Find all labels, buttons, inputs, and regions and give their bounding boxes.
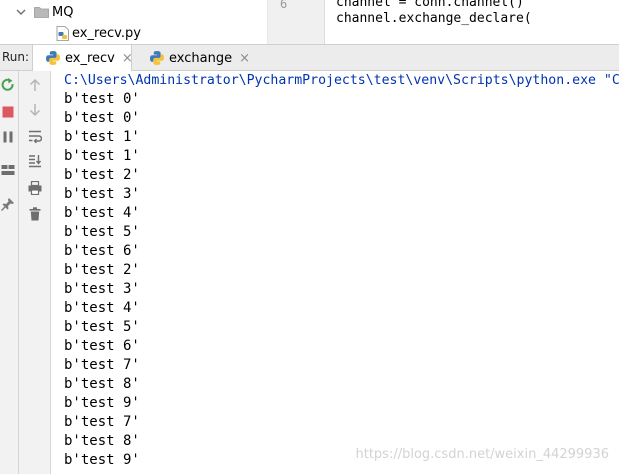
trash-icon[interactable] xyxy=(27,206,43,222)
console-output[interactable]: C:\Users\Administrator\PycharmProjects\t… xyxy=(51,71,619,474)
arrow-up-icon[interactable] xyxy=(27,77,43,93)
console-line: b'test 7' xyxy=(64,414,140,430)
tab-label: ex_recv xyxy=(65,50,115,66)
console-line: b'test 0' xyxy=(64,110,140,126)
console-line: b'test 5' xyxy=(64,224,140,240)
console-line: b'test 0' xyxy=(64,91,140,107)
pycharm-window: MQ ex_recv.py 6 channel = conn.channel()… xyxy=(0,0,619,474)
folder-icon xyxy=(34,6,49,18)
chevron-down-icon[interactable] xyxy=(14,5,28,19)
line-number: 6 xyxy=(280,0,288,11)
tree-folder-label: MQ xyxy=(52,4,74,20)
console-line: b'test 1' xyxy=(64,148,140,164)
code-editor[interactable]: 6 channel = conn.channel() channel.excha… xyxy=(267,0,619,44)
print-icon[interactable] xyxy=(27,180,43,196)
console-line: b'test 4' xyxy=(64,205,140,221)
console-line: b'test 6' xyxy=(64,243,140,259)
arrow-down-icon[interactable] xyxy=(27,102,43,118)
console-line: b'test 8' xyxy=(64,433,140,449)
tree-file-label: ex_recv.py xyxy=(72,25,141,41)
console-line: b'test 2' xyxy=(64,167,140,183)
project-tree: MQ ex_recv.py xyxy=(0,0,266,44)
console-line: b'test 3' xyxy=(64,186,140,202)
code-line: channel.exchange_declare( xyxy=(336,11,532,26)
python-file-icon xyxy=(56,25,70,41)
console-line: b'test 8' xyxy=(64,376,140,392)
pin-icon[interactable] xyxy=(0,196,16,212)
close-icon[interactable]: × xyxy=(239,51,250,66)
console-line: b'test 9' xyxy=(64,452,140,468)
close-icon[interactable]: × xyxy=(122,51,133,66)
rerun-icon[interactable] xyxy=(0,77,16,93)
run-tool-header: Run: ex_recv × exchange × xyxy=(0,44,619,71)
layout-icon[interactable] xyxy=(0,162,16,178)
code-line: channel = conn.channel() xyxy=(336,0,524,10)
run-toolbar-primary xyxy=(0,71,19,474)
pause-icon[interactable] xyxy=(0,129,16,145)
editor-gutter: 6 xyxy=(268,0,325,44)
run-label: Run: xyxy=(2,50,30,64)
tree-file-ex-recv[interactable]: ex_recv.py xyxy=(56,23,141,43)
tree-folder-mq[interactable]: MQ xyxy=(14,2,73,22)
tab-exchange[interactable]: exchange × xyxy=(145,45,250,71)
python-icon xyxy=(149,50,165,66)
soft-wrap-icon[interactable] xyxy=(27,128,43,144)
stop-icon[interactable] xyxy=(0,104,16,120)
tab-label: exchange xyxy=(169,50,233,66)
console-command-line: C:\Users\Administrator\PycharmProjects\t… xyxy=(64,73,619,88)
scroll-to-end-icon[interactable] xyxy=(27,153,43,169)
console-line: b'test 9' xyxy=(64,395,140,411)
console-line: b'test 2' xyxy=(64,262,140,278)
console-line: b'test 1' xyxy=(64,129,140,145)
python-icon xyxy=(45,50,61,66)
run-toolbar-console xyxy=(19,71,51,474)
console-line: b'test 4' xyxy=(64,300,140,316)
console-line: b'test 5' xyxy=(64,319,140,335)
console-line: b'test 3' xyxy=(64,281,140,297)
watermark: https://blog.csdn.net/weixin_44299936 xyxy=(355,447,609,462)
console-line: b'test 7' xyxy=(64,357,140,373)
console-line: b'test 6' xyxy=(64,338,140,354)
tab-ex-recv[interactable]: ex_recv × xyxy=(32,45,133,71)
